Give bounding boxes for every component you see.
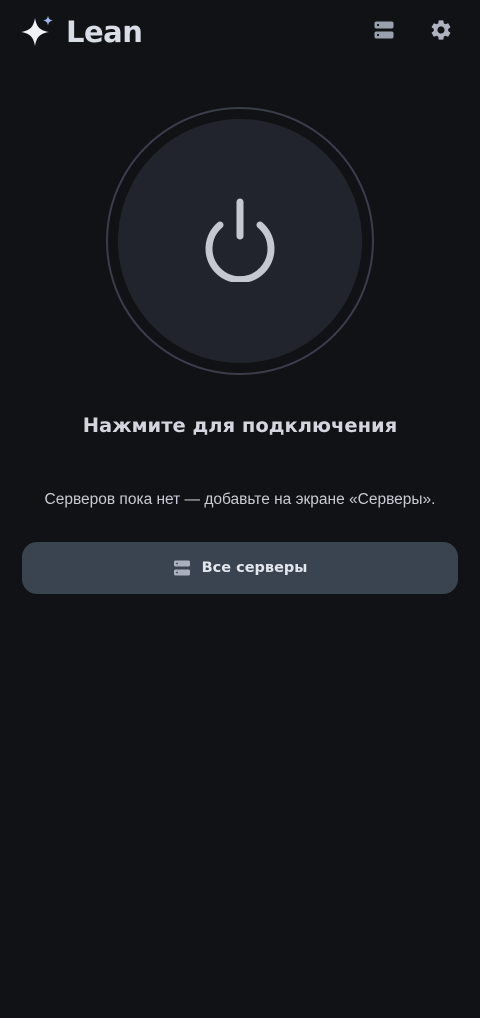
servers-icon <box>173 559 191 577</box>
settings-button[interactable] <box>423 14 459 50</box>
app-title: Lean <box>66 15 143 49</box>
gear-icon <box>429 18 453 46</box>
all-servers-button[interactable]: Все серверы <box>22 542 458 594</box>
all-servers-label: Все серверы <box>201 560 308 576</box>
empty-servers-hint: Серверов пока нет — добавьте на экране «… <box>44 491 436 508</box>
power-disc[interactable] <box>118 119 362 363</box>
servers-icon <box>373 19 395 45</box>
sparkle-icon <box>17 14 57 54</box>
power-button[interactable] <box>106 107 374 375</box>
power-icon <box>200 196 280 286</box>
servers-button[interactable] <box>366 14 402 50</box>
connect-label: Нажмите для подключения <box>82 414 398 437</box>
app-header: Lean <box>0 0 480 66</box>
